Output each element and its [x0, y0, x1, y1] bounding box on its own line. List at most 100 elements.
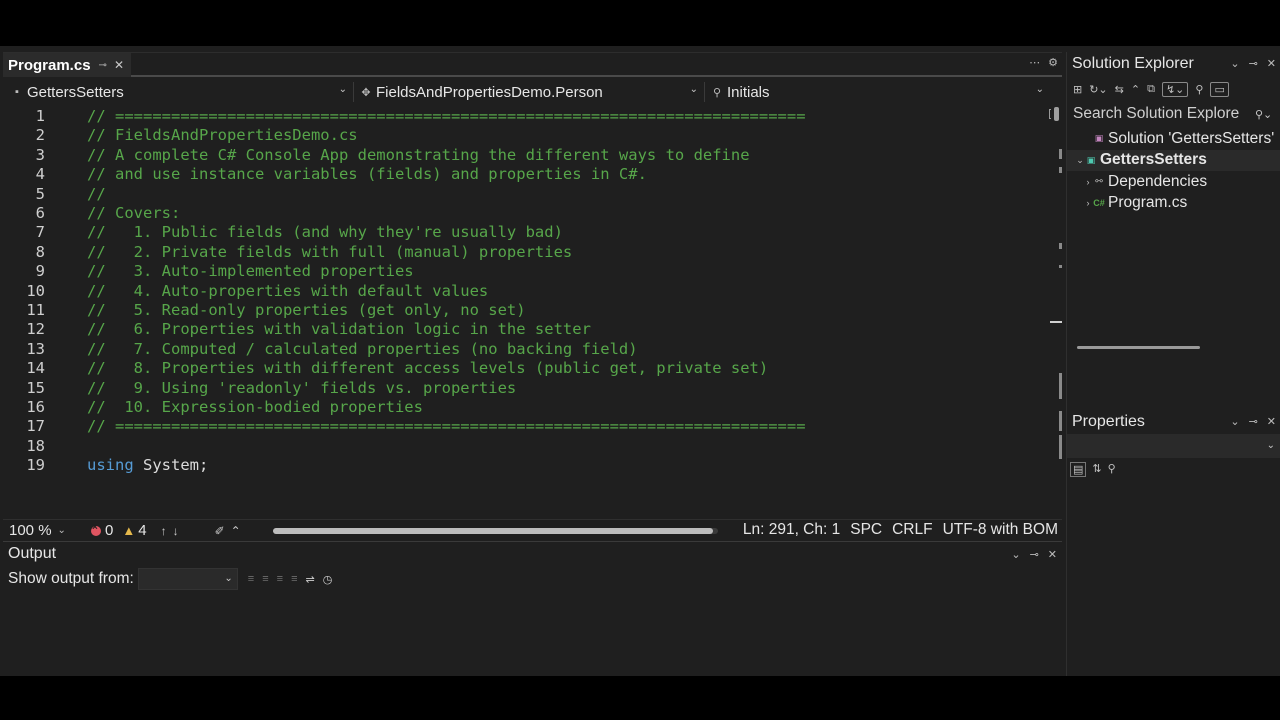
type-dropdown[interactable]: ✥ FieldsAndPropertiesDemo.Person ⌄	[354, 80, 704, 104]
code-line[interactable]: 15 // 9. Using 'readonly' fields vs. prop…	[3, 379, 1051, 398]
word-wrap-icon[interactable]: ⇌	[305, 573, 314, 586]
code-line[interactable]: 2 // FieldsAndPropertiesDemo.cs	[3, 126, 1051, 145]
find-next-icon[interactable]: ≡	[262, 573, 268, 586]
comment-token: // 10. Expression-bodied properties	[87, 398, 423, 416]
tree-item[interactable]: ⌄ ▣ GettersSetters	[1067, 149, 1280, 171]
line-number: 2	[35, 126, 45, 145]
zoom-dropdown[interactable]: 100 % ⌄	[3, 522, 77, 539]
code-line[interactable]: 13 // 7. Computed / calculated properties…	[3, 340, 1051, 359]
vertical-scrollbar[interactable]	[1050, 105, 1062, 517]
output-title: Output	[8, 545, 57, 562]
caret-position-marker	[1050, 321, 1062, 323]
whitespace-mode[interactable]: SPC	[850, 521, 882, 539]
gear-icon[interactable]: ⚙	[1048, 56, 1058, 69]
line-endings[interactable]: CRLF	[892, 521, 932, 539]
timestamp-icon[interactable]: ◷	[323, 573, 333, 586]
code-line[interactable]: 19 using System;	[3, 456, 1051, 475]
code-line[interactable]: 9 // 3. Auto-implemented properties	[3, 262, 1051, 281]
search-input[interactable]	[1073, 105, 1251, 123]
code-line[interactable]: 8 // 2. Private fields with full (manual)…	[3, 243, 1051, 262]
scroll-marker	[1059, 243, 1062, 249]
close-icon[interactable]: ✕	[114, 58, 124, 72]
comment-token: // 6. Properties with validation logic i…	[87, 320, 591, 339]
alphabetical-icon[interactable]: ⇅	[1092, 462, 1101, 477]
code-line[interactable]: 16 // 10. Expression-bodied properties	[3, 398, 1051, 417]
pin-icon[interactable]: ⊸	[1249, 415, 1258, 428]
collapse-all-icon[interactable]: ⌃	[1131, 83, 1140, 96]
vertical-scroll-thumb[interactable]	[1054, 107, 1059, 121]
code-line[interactable]: 6 // Covers:	[3, 204, 1051, 223]
file-encoding[interactable]: UTF-8 with BOM	[943, 521, 1058, 539]
comment-token: // =====================================…	[87, 107, 806, 125]
navigate-issues-arrows[interactable]: ↑↓	[161, 524, 185, 538]
error-count[interactable]: 0	[105, 522, 113, 539]
code-cleanup-icon[interactable]: ✐⌃	[215, 524, 247, 538]
pending-changes-filter-icon[interactable]: ↯⌄	[1161, 81, 1189, 97]
switch-views-icon[interactable]: ⊞	[1073, 83, 1082, 96]
code-line[interactable]: 11 // 5. Read-only properties (get only, …	[3, 301, 1051, 320]
code-line[interactable]: 7 // 1. Public fields (and why they're us…	[3, 223, 1051, 242]
cursor-position[interactable]: Ln: 291, Ch: 1	[743, 521, 840, 539]
tab-program-cs[interactable]: Program.cs ⊸ ✕	[3, 53, 131, 77]
comment-token: // and use instance variables (fields) a…	[87, 165, 647, 184]
categorized-icon[interactable]: ▤	[1070, 462, 1087, 477]
code-line[interactable]: 5 //	[3, 185, 1051, 204]
pin-icon[interactable]: ⊸	[99, 60, 107, 71]
comment-token: // 4. Auto-properties with default value…	[87, 281, 489, 300]
chevron-down-icon[interactable]: ⌄	[1230, 57, 1239, 70]
clear-all-icon[interactable]: ≡	[291, 573, 297, 586]
code-line[interactable]: 18	[3, 437, 1051, 456]
expander-chevron-icon[interactable]: ›	[1083, 177, 1093, 187]
horizontal-scroll-thumb[interactable]	[273, 528, 713, 534]
chevron-down-icon: ⌄	[689, 84, 698, 95]
find-previous-icon[interactable]: ≡	[248, 573, 254, 586]
warning-icon[interactable]: ▲	[122, 523, 135, 538]
line-number: 7	[35, 223, 45, 242]
code-line[interactable]: 14 // 8. Properties with different access…	[3, 359, 1051, 378]
code-line[interactable]: 10 // 4. Auto-properties with default val…	[3, 282, 1051, 301]
line-number: 13	[26, 339, 45, 358]
tree-item[interactable]: › ⚯ Dependencies	[1067, 171, 1280, 193]
pin-icon[interactable]: ⊸	[1249, 57, 1258, 70]
solution-explorer-hscroll[interactable]	[1077, 346, 1200, 349]
pin-icon[interactable]: ⊸	[1030, 548, 1039, 561]
editor-status-bar: 100 % ⌄ 0 ▲ 4 ↑↓ ✐⌃ Ln: 291, Ch: 1 SPC C…	[3, 519, 1062, 541]
expander-chevron-icon[interactable]: ›	[1083, 198, 1093, 208]
close-icon[interactable]: ✕	[1048, 548, 1057, 561]
project-dropdown[interactable]: ▪ GettersSetters ⌄	[3, 80, 353, 104]
properties-object-dropdown[interactable]: ⌄	[1067, 434, 1280, 458]
error-icon[interactable]	[91, 522, 101, 536]
search-icon[interactable]: ⚲⌄	[1255, 108, 1272, 121]
close-icon[interactable]: ✕	[1267, 57, 1276, 70]
line-number: 1	[35, 107, 45, 125]
member-dropdown[interactable]: ⚲ Initials ⌄	[705, 80, 1050, 104]
output-panel: Output ⌄ ⊸ ✕ Show output from: ⌄ ≡ ≡ ≡ ≡…	[3, 541, 1062, 676]
line-number: 10	[26, 281, 45, 300]
chevron-down-icon[interactable]: ⌄	[1230, 415, 1239, 428]
tree-item[interactable]: ▣ Solution 'GettersSetters'	[1067, 128, 1280, 150]
code-editor[interactable]: 1 // ====================================…	[3, 107, 1051, 516]
overflow-icon[interactable]: ⋯	[1029, 56, 1040, 69]
back-forward-icon[interactable]: ↻⌄	[1089, 83, 1107, 96]
scroll-marker	[1059, 435, 1062, 459]
property-pages-icon[interactable]: ⚲	[1108, 462, 1116, 477]
go-to-location-icon[interactable]: ≡	[277, 573, 283, 586]
comment-token: // 5. Read-only properties (get only, no…	[87, 301, 526, 319]
code-line[interactable]: 12 // 6. Properties with validation logic…	[3, 320, 1051, 339]
comment-token: // 3. Auto-implemented properties	[87, 262, 414, 281]
sync-icon[interactable]: ⇆	[1115, 83, 1124, 96]
code-line[interactable]: 4 // and use instance variables (fields) …	[3, 165, 1051, 184]
close-icon[interactable]: ✕	[1267, 415, 1276, 428]
code-line[interactable]: 1 // ====================================…	[3, 107, 1051, 126]
chevron-down-icon[interactable]: ⌄	[1011, 548, 1020, 561]
horizontal-scrollbar[interactable]	[273, 528, 718, 534]
code-line[interactable]: 3 // A complete C# Console App demonstrat…	[3, 146, 1051, 165]
show-all-files-icon[interactable]: ⧉	[1147, 83, 1155, 96]
tree-item[interactable]: › C# Program.cs	[1067, 193, 1280, 215]
properties-wrench-icon[interactable]: ⚲	[1195, 83, 1203, 96]
output-source-dropdown[interactable]: ⌄	[137, 568, 238, 590]
preview-selected-icon[interactable]: ▭	[1210, 81, 1229, 97]
code-line[interactable]: 17 // ===================================…	[3, 417, 1051, 436]
expander-chevron-icon[interactable]: ⌄	[1075, 155, 1085, 166]
warning-count[interactable]: 4	[138, 522, 146, 539]
